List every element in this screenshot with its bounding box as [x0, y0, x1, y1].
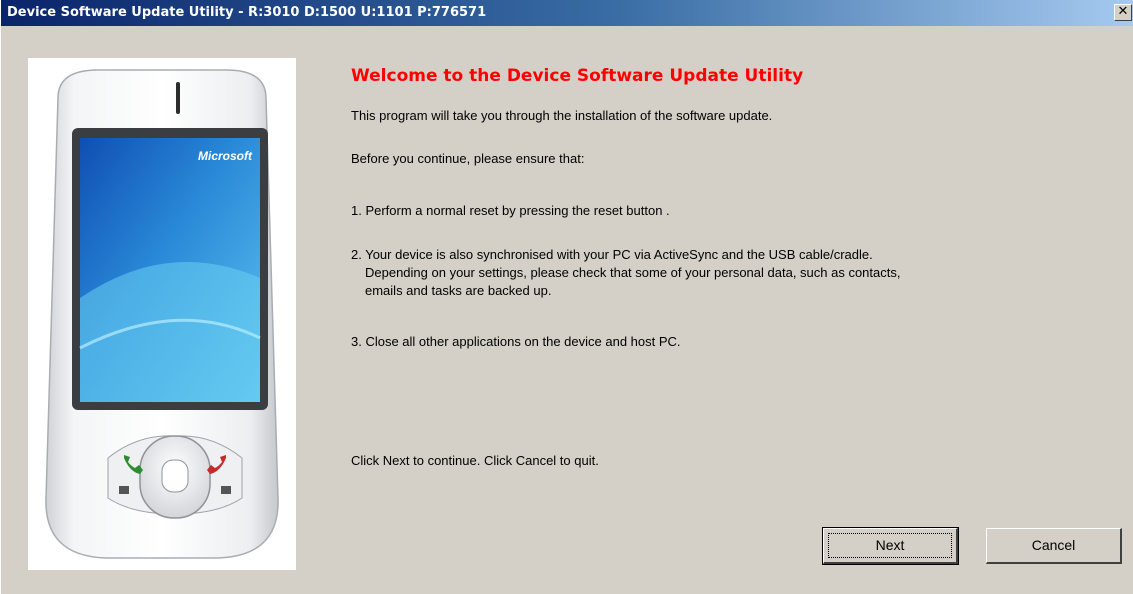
window-title: Device Software Update Utility - R:3010 … [7, 5, 487, 20]
ok-icon [221, 486, 231, 494]
nav-center-button [161, 459, 189, 493]
intro-text: This program will take you through the i… [351, 108, 773, 123]
focus-rectangle [828, 533, 952, 558]
welcome-heading: Welcome to the Device Software Update Ut… [351, 66, 804, 86]
step-2-line-3: emails and tasks are backed up. [365, 283, 552, 298]
earpiece [176, 82, 180, 114]
step-2-line-1: 2. Your device is also synchronised with… [351, 247, 873, 262]
title-bar[interactable]: Device Software Update Utility - R:3010 … [1, 0, 1133, 26]
next-button[interactable]: Next [822, 527, 959, 565]
close-button[interactable]: ✕ [1114, 4, 1132, 21]
ensure-text: Before you continue, please ensure that: [351, 151, 585, 166]
cancel-button-label: Cancel [1031, 537, 1076, 553]
pocket-pc-device-illustration: Microsoft [45, 69, 279, 559]
start-menu-icon [119, 486, 129, 494]
screen-brand: Microsoft [198, 149, 253, 163]
step-1-text: 1. Perform a normal reset by pressing th… [351, 203, 670, 218]
cancel-button[interactable]: Cancel [986, 528, 1122, 564]
step-2-line-2: Depending on your settings, please check… [365, 265, 901, 280]
device-image: Microsoft [28, 58, 296, 570]
step-3-text: 3. Close all other applications on the d… [351, 334, 681, 349]
footer-instructions: Click Next to continue. Click Cancel to … [351, 453, 599, 468]
screen-wave [80, 262, 260, 402]
update-utility-window: Device Software Update Utility - R:3010 … [0, 0, 1133, 594]
